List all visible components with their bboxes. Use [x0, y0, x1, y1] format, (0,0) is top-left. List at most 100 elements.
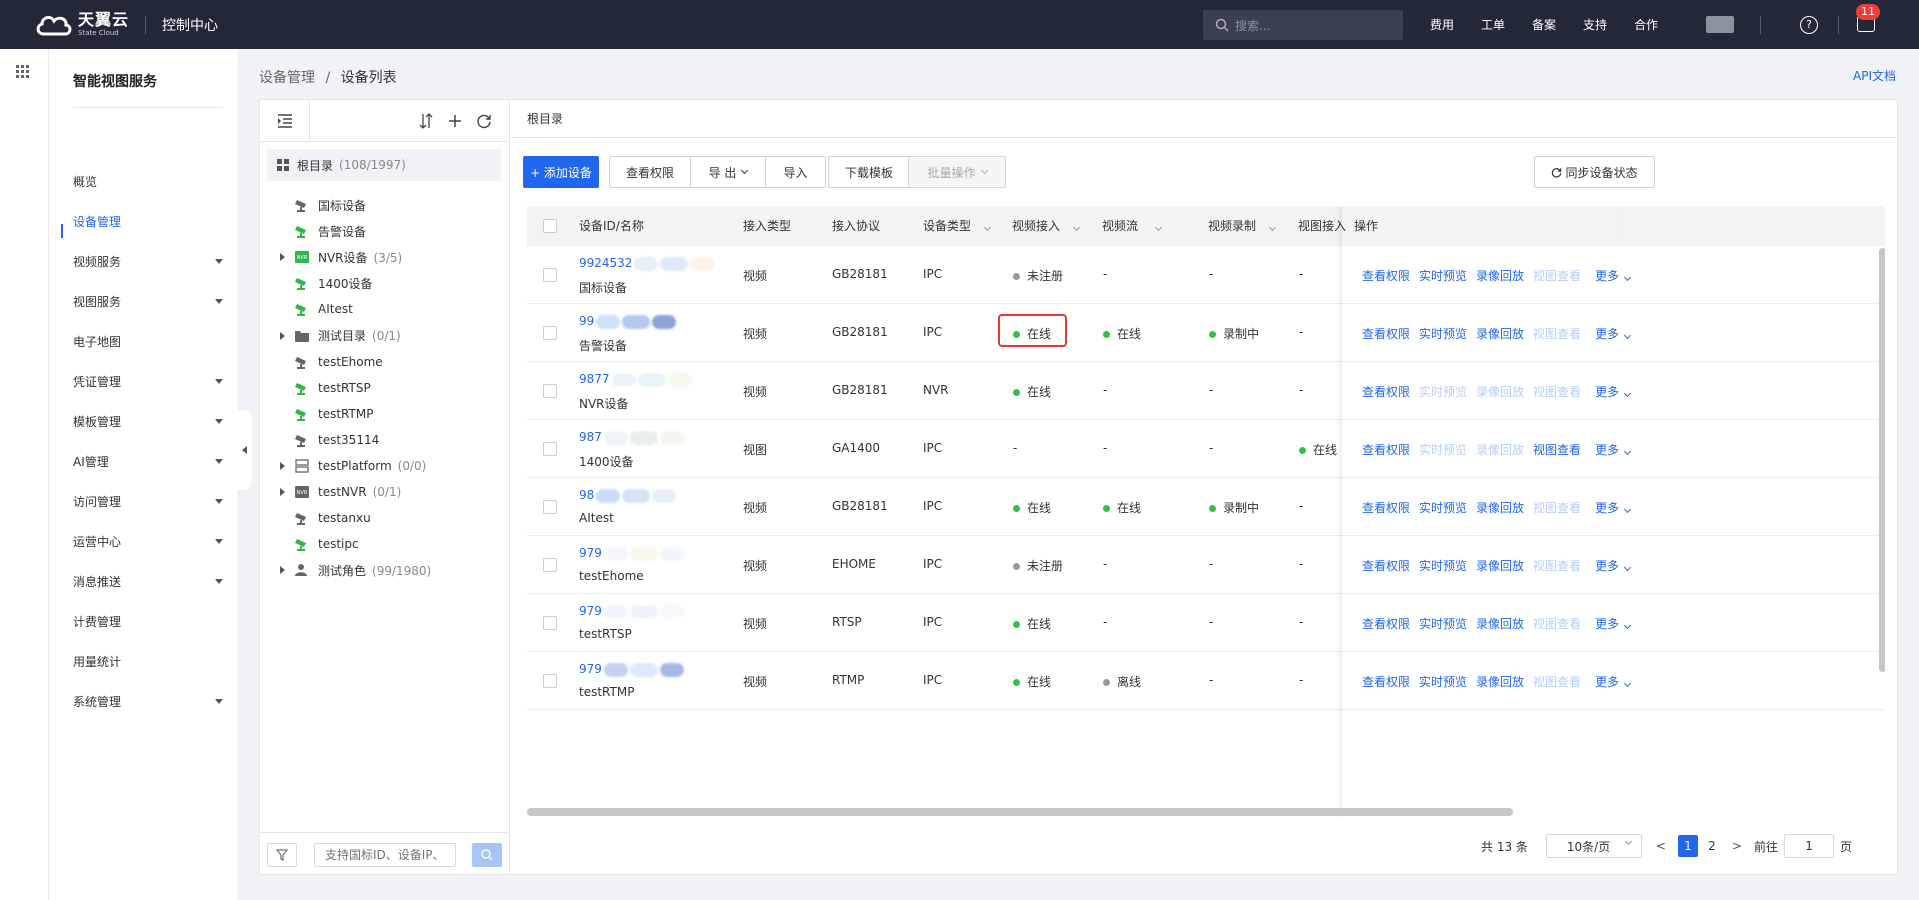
- tree-node[interactable]: NVR NVR设备 (3/5): [260, 247, 510, 267]
- refresh-icon[interactable]: [475, 112, 493, 130]
- sidenav-item[interactable]: AI管理: [73, 451, 223, 471]
- view-permission-link[interactable]: 查看权限: [1362, 673, 1410, 690]
- breadcrumb-parent[interactable]: 设备管理: [259, 70, 315, 86]
- page-2[interactable]: 2: [1702, 835, 1722, 857]
- tree-node[interactable]: 告警设备: [260, 221, 510, 241]
- live-preview-link[interactable]: 实时预览: [1419, 557, 1467, 574]
- tree-node[interactable]: testipc: [260, 534, 510, 554]
- live-preview-link[interactable]: 实时预览: [1419, 441, 1467, 458]
- download-template-button[interactable]: 下载模板: [828, 156, 910, 188]
- sidenav-item[interactable]: 系统管理: [73, 691, 223, 711]
- device-id-link[interactable]: 979: [579, 546, 602, 560]
- row-checkbox[interactable]: [543, 616, 557, 630]
- caret-right-icon[interactable]: [280, 331, 285, 340]
- nav-filing[interactable]: 备案: [1532, 16, 1556, 33]
- view-permission-link[interactable]: 查看权限: [1362, 557, 1410, 574]
- sidenav-item[interactable]: 访问管理: [73, 491, 223, 511]
- api-doc-link[interactable]: API文档: [1853, 67, 1896, 84]
- row-checkbox[interactable]: [543, 500, 557, 514]
- scrollbar-thumb[interactable]: [527, 808, 1513, 816]
- device-id-link[interactable]: 99: [579, 314, 594, 328]
- tree-search-input[interactable]: [314, 843, 456, 867]
- console-link[interactable]: 控制中心: [162, 15, 218, 35]
- view-image-link[interactable]: 视图查看: [1533, 557, 1581, 574]
- nav-tickets[interactable]: 工单: [1481, 16, 1505, 33]
- caret-right-icon[interactable]: [280, 566, 285, 575]
- live-preview-link[interactable]: 实时预览: [1419, 325, 1467, 342]
- view-permission-button[interactable]: 查看权限: [609, 156, 691, 188]
- live-preview-link[interactable]: 实时预览: [1419, 673, 1467, 690]
- tree-search-button[interactable]: [472, 843, 502, 867]
- more-dropdown[interactable]: 更多: [1595, 499, 1632, 516]
- device-id-link[interactable]: 979: [579, 662, 602, 676]
- add-icon[interactable]: [446, 112, 464, 130]
- sidenav-item[interactable]: 用量统计: [73, 651, 223, 671]
- view-permission-link[interactable]: 查看权限: [1362, 615, 1410, 632]
- caret-right-icon[interactable]: [280, 462, 285, 470]
- row-checkbox[interactable]: [543, 384, 557, 398]
- device-id-link[interactable]: 9877: [579, 372, 610, 386]
- avatar[interactable]: [1706, 16, 1734, 33]
- sync-status-button[interactable]: 同步设备状态: [1534, 156, 1655, 188]
- more-dropdown[interactable]: 更多: [1595, 267, 1632, 284]
- sidenav-item[interactable]: 视频服务: [73, 251, 223, 271]
- live-preview-link[interactable]: 实时预览: [1419, 267, 1467, 284]
- tree-node[interactable]: 1400设备: [260, 273, 510, 293]
- device-id-link[interactable]: 98: [579, 488, 594, 502]
- playback-link[interactable]: 录像回放: [1476, 499, 1524, 516]
- tree-node[interactable]: testRTMP: [260, 404, 510, 424]
- prev-page-icon[interactable]: <: [1656, 839, 1666, 853]
- caret-right-icon[interactable]: [280, 488, 285, 497]
- filter-button[interactable]: [267, 843, 297, 867]
- view-image-link[interactable]: 视图查看: [1533, 441, 1581, 458]
- logo[interactable]: 天翼云 State Cloud 控制中心: [34, 0, 218, 49]
- row-checkbox[interactable]: [543, 558, 557, 572]
- sidenav-item[interactable]: 计费管理: [73, 611, 223, 631]
- col-video-access[interactable]: 视频接入: [1012, 206, 1081, 246]
- playback-link[interactable]: 录像回放: [1476, 383, 1524, 400]
- tree-node[interactable]: 测试目录 (0/1): [260, 326, 510, 346]
- tree-node[interactable]: testanxu: [260, 508, 510, 528]
- global-search[interactable]: 搜索...: [1203, 10, 1403, 40]
- more-dropdown[interactable]: 更多: [1595, 673, 1632, 690]
- row-checkbox[interactable]: [543, 326, 557, 340]
- page-size-select[interactable]: 10条/页: [1545, 834, 1642, 858]
- view-permission-link[interactable]: 查看权限: [1362, 383, 1410, 400]
- playback-link[interactable]: 录像回放: [1476, 325, 1524, 342]
- nav-cooperation[interactable]: 合作: [1634, 16, 1658, 33]
- select-all-checkbox[interactable]: [543, 219, 557, 233]
- sidenav-item[interactable]: 凭证管理: [73, 371, 223, 391]
- live-preview-link[interactable]: 实时预览: [1419, 499, 1467, 516]
- tree-node[interactable]: AItest: [260, 299, 510, 319]
- playback-link[interactable]: 录像回放: [1476, 557, 1524, 574]
- view-permission-link[interactable]: 查看权限: [1362, 499, 1410, 516]
- tree-node[interactable]: testRTSP: [260, 378, 510, 398]
- sidenav-item[interactable]: 视图服务: [73, 291, 223, 311]
- tree-node[interactable]: NVR testNVR (0/1): [260, 482, 510, 502]
- col-video-record[interactable]: 视频录制: [1208, 206, 1277, 246]
- col-video-stream[interactable]: 视频流: [1102, 206, 1163, 246]
- device-id-link[interactable]: 979: [579, 604, 602, 618]
- more-dropdown[interactable]: 更多: [1595, 383, 1632, 400]
- import-button[interactable]: 导入: [765, 156, 826, 188]
- more-dropdown[interactable]: 更多: [1595, 557, 1632, 574]
- tree-node[interactable]: 国标设备: [260, 195, 510, 215]
- caret-right-icon[interactable]: [280, 253, 285, 262]
- help-icon[interactable]: ?: [1800, 16, 1818, 34]
- page-1[interactable]: 1: [1677, 835, 1698, 857]
- playback-link[interactable]: 录像回放: [1476, 615, 1524, 632]
- tree-node[interactable]: 测试角色 (99/1980): [260, 560, 510, 580]
- tree-node[interactable]: testPlatform (0/0): [260, 456, 510, 476]
- sort-icon[interactable]: [417, 112, 435, 130]
- playback-link[interactable]: 录像回放: [1476, 441, 1524, 458]
- sidenav-item[interactable]: 概览: [73, 171, 223, 191]
- nav-support[interactable]: 支持: [1583, 16, 1607, 33]
- more-dropdown[interactable]: 更多: [1595, 325, 1632, 342]
- device-id-link[interactable]: 987: [579, 430, 602, 444]
- sidenav-item[interactable]: 模板管理: [73, 411, 223, 431]
- tree-node[interactable]: test35114: [260, 430, 510, 450]
- view-image-link[interactable]: 视图查看: [1533, 673, 1581, 690]
- nav-fees[interactable]: 费用: [1430, 16, 1454, 33]
- live-preview-link[interactable]: 实时预览: [1419, 615, 1467, 632]
- playback-link[interactable]: 录像回放: [1476, 267, 1524, 284]
